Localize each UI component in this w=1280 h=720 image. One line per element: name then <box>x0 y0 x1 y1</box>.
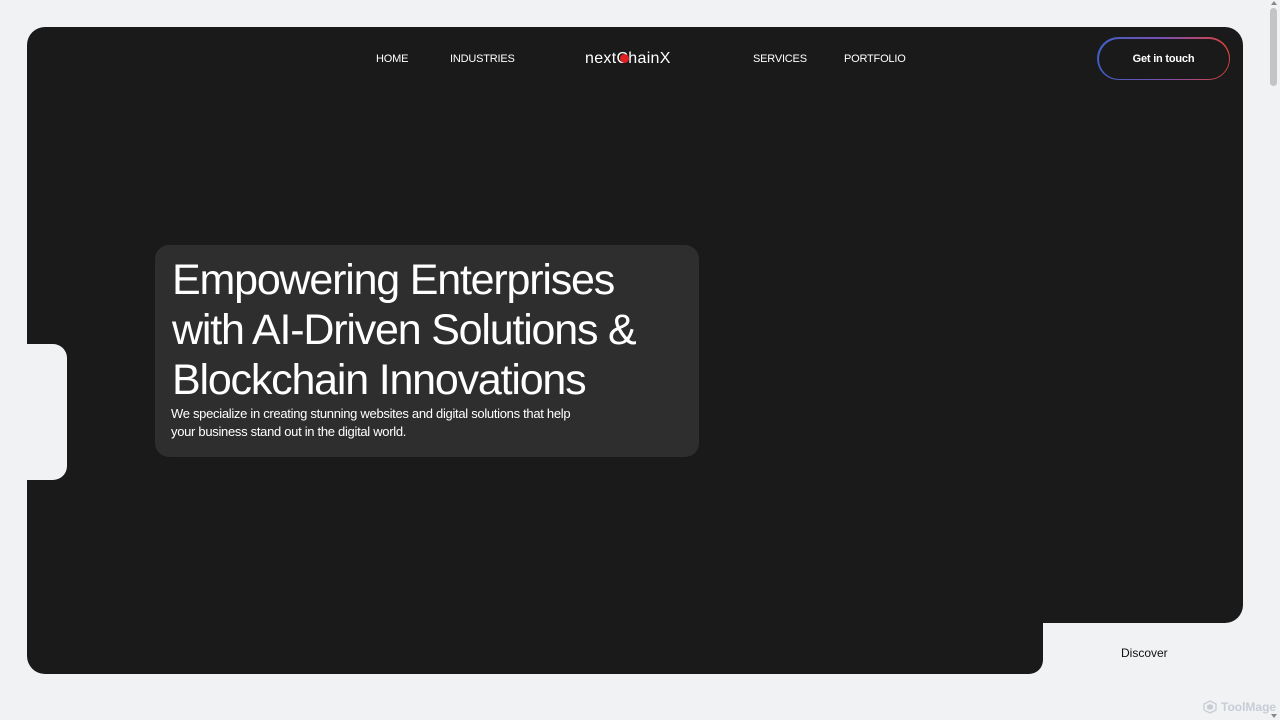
scroll-thumb[interactable] <box>1270 8 1277 86</box>
page: HOME INDUSTRIES nextChainX SERVICES PORT… <box>0 0 1280 720</box>
discover-link[interactable]: Discover <box>1121 646 1168 660</box>
get-in-touch-button[interactable]: Get in touch <box>1097 37 1230 80</box>
hero-card: Empowering Enterprises with AI-Driven So… <box>155 245 699 457</box>
watermark: ToolMage <box>1203 699 1276 715</box>
page-scrollbar[interactable] <box>1268 0 1280 720</box>
nav-home[interactable]: HOME <box>376 50 408 68</box>
logo-dot-icon <box>620 54 629 63</box>
nav-services[interactable]: SERVICES <box>753 50 807 68</box>
hero-title: Empowering Enterprises with AI-Driven So… <box>172 256 637 404</box>
watermark-text: ToolMage <box>1221 700 1277 714</box>
logo[interactable]: nextChainX <box>585 49 671 69</box>
hero-panel-bottom <box>27 560 1043 674</box>
nav-industries[interactable]: INDUSTRIES <box>450 50 515 68</box>
toolmage-logo-icon <box>1203 700 1217 714</box>
get-in-touch-label: Get in touch <box>1098 38 1229 79</box>
nav-portfolio[interactable]: PORTFOLIO <box>844 50 906 68</box>
hero-subtitle: We specialize in creating stunning websi… <box>171 406 571 439</box>
left-notch <box>20 344 67 480</box>
scroll-up-icon[interactable] <box>1271 1 1277 5</box>
